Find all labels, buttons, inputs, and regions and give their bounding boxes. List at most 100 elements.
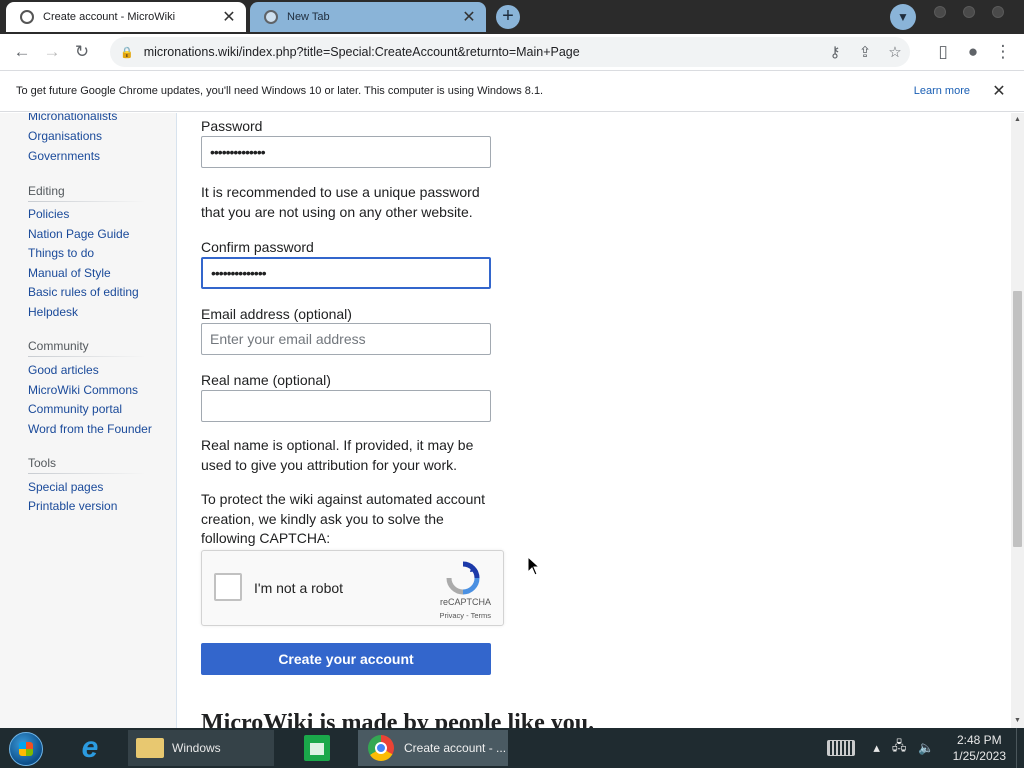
- sidebar-item-microwiki-commons[interactable]: MicroWiki Commons: [28, 383, 138, 397]
- side-panel-icon[interactable]: ▯: [928, 37, 958, 67]
- taskbar-windows-label: Windows: [172, 741, 221, 755]
- email-label: Email address (optional): [201, 306, 352, 322]
- confirm-password-value: ••••••••••••••: [211, 265, 267, 281]
- password-label: Password: [201, 118, 263, 134]
- taskbar-file-explorer[interactable]: Windows: [128, 730, 274, 766]
- scrollbar-thumb[interactable]: [1013, 291, 1022, 547]
- window-close-button[interactable]: [992, 6, 1004, 18]
- recaptcha-widget: I'm not a robot reCAPTCHA Privacy - Term…: [201, 550, 504, 626]
- recaptcha-label: I'm not a robot: [254, 580, 344, 596]
- start-button[interactable]: [9, 732, 43, 766]
- internet-explorer-icon[interactable]: e: [70, 730, 110, 766]
- touch-keyboard-icon[interactable]: [827, 740, 856, 756]
- taskbar-chrome-label: Create account - ...: [404, 741, 507, 755]
- url-text[interactable]: micronations.wiki/index.php?title=Specia…: [144, 45, 820, 59]
- divider: [28, 473, 146, 474]
- sidebar-item-word-from-founder[interactable]: Word from the Founder: [28, 422, 152, 436]
- sidebar-item-good-articles[interactable]: Good articles: [28, 363, 99, 377]
- recaptcha-checkbox[interactable]: [214, 573, 242, 601]
- sidebar-item-policies[interactable]: Policies: [28, 207, 69, 221]
- windows-taskbar: e Windows Create account - ... ▴ 🖧 🔈 2:4…: [0, 728, 1024, 768]
- tab-create-account[interactable]: Create account - MicroWiki ✕: [6, 2, 246, 32]
- divider: [28, 356, 146, 357]
- sidebar-item-manual-of-style[interactable]: Manual of Style: [28, 266, 111, 280]
- create-account-form: Password •••••••••••••• It is recommende…: [178, 113, 1011, 728]
- confirm-password-field[interactable]: ••••••••••••••: [201, 257, 491, 289]
- real-name-label: Real name (optional): [201, 372, 331, 388]
- new-tab-button[interactable]: +: [496, 5, 520, 29]
- sidebar-heading-editing: Editing: [28, 184, 65, 198]
- password-value: ••••••••••••••: [210, 144, 266, 160]
- key-icon[interactable]: ⚷: [820, 37, 850, 67]
- divider: [28, 201, 146, 202]
- taskbar-chrome[interactable]: Create account - ...: [358, 730, 508, 766]
- sidebar-item-nation-page-guide[interactable]: Nation Page Guide: [28, 227, 129, 241]
- sidebar-item-basic-rules[interactable]: Basic rules of editing: [28, 285, 139, 299]
- sidebar-item-things-to-do[interactable]: Things to do: [28, 246, 94, 260]
- maximize-button[interactable]: [963, 6, 975, 18]
- reload-icon[interactable]: ↻: [67, 37, 97, 67]
- password-field[interactable]: ••••••••••••••: [201, 136, 491, 168]
- clock-time: 2:48 PM: [956, 733, 1002, 747]
- chrome-favicon-icon: [264, 10, 278, 24]
- sidebar-heading-tools: Tools: [28, 456, 57, 470]
- sidebar-item-printable-version[interactable]: Printable version: [28, 499, 117, 513]
- create-account-button[interactable]: Create your account: [201, 643, 491, 675]
- sidebar: Micronationalists Organisations Governme…: [0, 113, 177, 728]
- close-icon[interactable]: ✕: [986, 81, 1012, 101]
- show-desktop-button[interactable]: [1016, 728, 1024, 768]
- update-infobar: To get future Google Chrome updates, you…: [0, 70, 1024, 112]
- bookmark-star-icon[interactable]: ☆: [880, 37, 910, 67]
- sidebar-item-organisations[interactable]: Organisations: [28, 129, 102, 143]
- show-hidden-icons-chevron-icon[interactable]: ▴: [873, 740, 880, 756]
- sidebar-item-governments[interactable]: Governments: [28, 149, 100, 163]
- sidebar-heading-community: Community: [28, 339, 89, 353]
- sidebar-item-micronationalists[interactable]: Micronationalists: [28, 113, 117, 123]
- close-icon[interactable]: ✕: [218, 7, 240, 27]
- lock-icon[interactable]: 🔒: [120, 46, 134, 59]
- infobar-message: To get future Google Chrome updates, you…: [16, 85, 544, 97]
- sidebar-item-community-portal[interactable]: Community portal: [28, 402, 122, 416]
- recaptcha-privacy-terms[interactable]: Privacy - Terms: [439, 611, 491, 620]
- page-scrollbar[interactable]: ▲ ▼: [1011, 113, 1024, 728]
- folder-icon: [136, 738, 164, 758]
- confirm-password-label: Confirm password: [201, 239, 314, 255]
- tab-new-tab[interactable]: New Tab ✕: [250, 2, 486, 32]
- tab-search-chevron-icon[interactable]: ▼: [890, 4, 916, 30]
- sidebar-item-helpdesk[interactable]: Helpdesk: [28, 305, 78, 319]
- sidebar-item-special-pages[interactable]: Special pages: [28, 480, 103, 494]
- clock[interactable]: 2:48 PM 1/25/2023: [953, 732, 1006, 764]
- chrome-icon: [368, 735, 394, 761]
- system-tray: ▴ 🖧 🔈 2:48 PM 1/25/2023: [827, 728, 1024, 768]
- share-icon[interactable]: ⇪: [850, 37, 880, 67]
- email-placeholder: Enter your email address: [210, 331, 366, 347]
- address-bar[interactable]: 🔒 micronations.wiki/index.php?title=Spec…: [110, 37, 910, 67]
- tab-strip: Create account - MicroWiki ✕ New Tab ✕ +…: [0, 0, 1024, 34]
- back-arrow-icon[interactable]: ←: [7, 37, 37, 67]
- minimize-button[interactable]: [934, 6, 946, 18]
- tab-title: Create account - MicroWiki: [43, 11, 176, 23]
- clock-date: 1/25/2023: [952, 749, 1006, 763]
- page-viewport: Micronationalists Organisations Governme…: [0, 113, 1011, 728]
- volume-icon[interactable]: 🔈: [918, 740, 934, 756]
- forward-arrow-icon[interactable]: →: [37, 37, 67, 67]
- captcha-help-text: To protect the wiki against automated ac…: [201, 491, 486, 546]
- email-field[interactable]: Enter your email address: [201, 323, 491, 355]
- tab-title: New Tab: [287, 11, 330, 23]
- browser-toolbar: ← → ↻ 🔒 micronations.wiki/index.php?titl…: [0, 34, 1024, 70]
- network-icon[interactable]: 🖧: [892, 737, 907, 759]
- scroll-up-arrow-icon[interactable]: ▲: [1011, 113, 1024, 127]
- menu-kebab-icon[interactable]: ⋮: [988, 37, 1018, 67]
- recaptcha-brand: reCAPTCHA: [439, 597, 491, 607]
- scroll-down-arrow-icon[interactable]: ▼: [1011, 714, 1024, 728]
- learn-more-link[interactable]: Learn more: [914, 85, 970, 97]
- wiki-favicon-icon: [20, 10, 34, 24]
- password-help-text: It is recommended to use a unique passwo…: [201, 184, 480, 220]
- store-icon[interactable]: [302, 730, 332, 766]
- close-icon[interactable]: ✕: [458, 7, 480, 27]
- community-tagline: MicroWiki is made by people like you.: [201, 710, 595, 728]
- profile-avatar-icon[interactable]: ●: [958, 37, 988, 67]
- recaptcha-logo-icon: [446, 561, 480, 595]
- real-name-help-text: Real name is optional. If provided, it m…: [201, 437, 474, 473]
- real-name-field[interactable]: [201, 390, 491, 422]
